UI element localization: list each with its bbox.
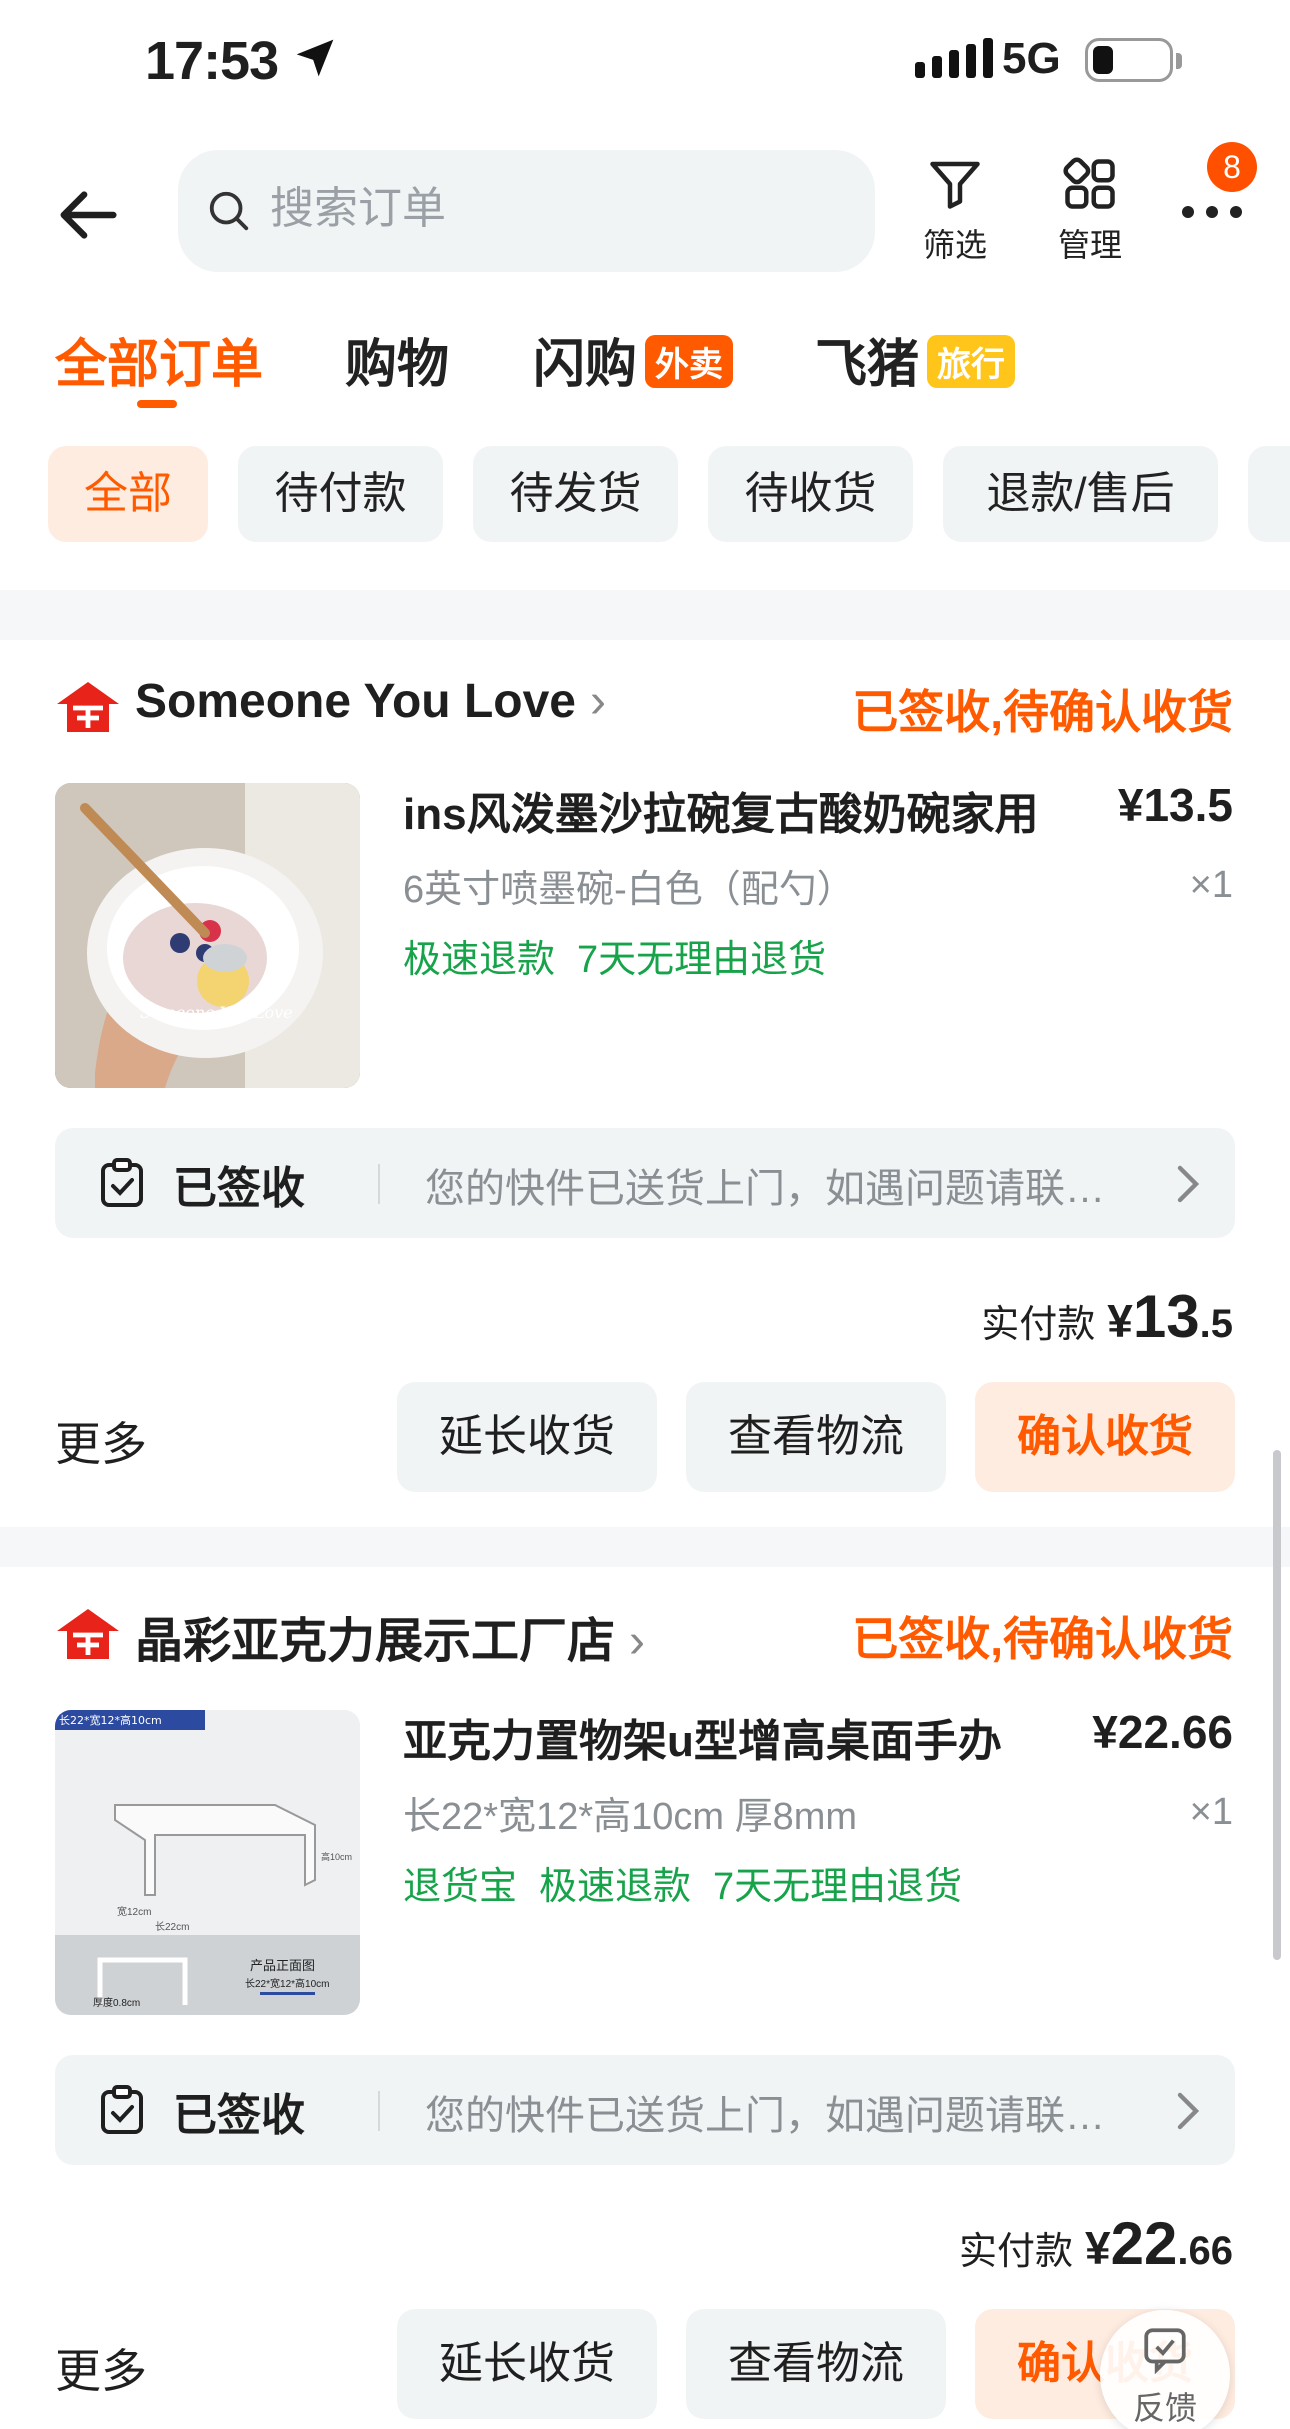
service-tag: 极速退款 bbox=[539, 1866, 692, 1908]
chevron-right-icon bbox=[1177, 1165, 1200, 1203]
grid-icon bbox=[1063, 157, 1115, 209]
service-tags: 退货宝 极速退款 7天无理由退货 bbox=[403, 1855, 984, 1910]
feedback-label: 反馈 bbox=[1132, 2390, 1197, 2426]
confirm-receipt-button[interactable]: 确认收货 bbox=[975, 1382, 1235, 1492]
clipboard-check-icon bbox=[101, 1158, 143, 1207]
status-bar: 17:53 5G bbox=[0, 0, 1290, 130]
shop-icon bbox=[57, 682, 119, 732]
filter-label: 筛选 bbox=[922, 227, 987, 263]
watermark-text: Someone You Love bbox=[140, 1003, 293, 1022]
divider bbox=[378, 1164, 380, 1204]
view-logistics-button[interactable]: 查看物流 bbox=[686, 2309, 946, 2419]
back-arrow-icon[interactable] bbox=[55, 180, 125, 250]
tab-shopping[interactable]: 购物 bbox=[345, 322, 449, 397]
logistics-message: 您的快件已送货上门，如遇问题请联… bbox=[425, 1167, 1105, 1211]
search-input[interactable] bbox=[270, 174, 830, 244]
thumb-front-dim-label: 长22*宽12*高10cm bbox=[245, 1977, 329, 1990]
item-spec: 长22*宽12*高10cm 厚8mm bbox=[403, 1796, 858, 1838]
manage-button[interactable]: 管理 bbox=[1035, 154, 1145, 274]
chip-overflow[interactable] bbox=[1248, 446, 1290, 542]
paid-amount: 实付款 ¥22.66 bbox=[959, 2210, 1233, 2277]
service-tags: 极速退款 7天无理由退货 bbox=[403, 928, 848, 983]
more-dots-icon[interactable] bbox=[1180, 190, 1244, 220]
thumb-width-label: 宽12cm bbox=[117, 1905, 151, 1918]
divider bbox=[378, 2091, 380, 2131]
acrylic-shelf-image: 长22*宽12*高10cm 长22cm 宽12cm 高10cm 产品正面图 长2… bbox=[55, 1710, 360, 2015]
shop-name[interactable]: Someone You Love › bbox=[135, 674, 606, 729]
filter-icon bbox=[930, 161, 980, 209]
manage-label: 管理 bbox=[1057, 227, 1122, 263]
order-card: Someone You Love › 已签收,待确认收货 Someone You … bbox=[0, 640, 1290, 1527]
feedback-button[interactable]: 反馈 bbox=[1100, 2310, 1230, 2429]
service-tag: 退货宝 bbox=[403, 1866, 518, 1908]
order-status: 已签收,待确认收货 bbox=[852, 686, 1233, 738]
item-title[interactable]: 亚克力置物架u型增高桌面手办 bbox=[403, 1705, 1002, 1769]
tab-flash[interactable]: 闪购 外卖 bbox=[533, 322, 734, 397]
extend-receipt-button[interactable]: 延长收货 bbox=[397, 2309, 657, 2419]
tab-all-orders[interactable]: 全部订单 bbox=[55, 322, 263, 397]
network-label: 5G bbox=[1002, 34, 1061, 83]
tab-fliggy[interactable]: 飞猪 旅行 bbox=[815, 322, 1016, 397]
status-chips: 全部 待付款 待发货 待收货 退款/售后 bbox=[48, 446, 1290, 542]
thumb-length-label: 长22cm bbox=[155, 1921, 189, 1933]
order-header: 筛选 管理 8 全部订单 购物 闪购外卖 飞猪旅行 全部 待付款 待发货 待收货… bbox=[0, 130, 1290, 590]
item-quantity: ×1 bbox=[1189, 1791, 1233, 1833]
chevron-right-icon: › bbox=[589, 675, 606, 728]
scrollbar[interactable] bbox=[1273, 1450, 1281, 1960]
thumb-height-label: 高10cm bbox=[321, 1851, 352, 1862]
logistics-status: 已签收 bbox=[173, 2091, 305, 2140]
product-thumbnail[interactable]: Someone You Love bbox=[55, 783, 360, 1088]
item-price: ¥22.66 bbox=[1092, 1706, 1233, 1758]
item-spec: 6英寸喷墨碗-白色（配勺） bbox=[403, 869, 855, 911]
service-tag: 7天无理由退货 bbox=[577, 939, 827, 981]
logistics-bar[interactable]: 已签收 您的快件已送货上门，如遇问题请联… bbox=[55, 2055, 1235, 2165]
item-title[interactable]: ins风泼墨沙拉碗复古酸奶碗家用 bbox=[403, 778, 1039, 842]
chip-pending-payment[interactable]: 待付款 bbox=[238, 446, 443, 542]
status-time: 17:53 bbox=[145, 31, 279, 91]
shop-icon bbox=[57, 1609, 119, 1659]
product-thumbnail[interactable]: 长22*宽12*高10cm 长22cm 宽12cm 高10cm 产品正面图 长2… bbox=[55, 1710, 360, 2015]
search-bar[interactable] bbox=[178, 150, 875, 272]
chip-pending-shipment[interactable]: 待发货 bbox=[473, 446, 678, 542]
logistics-status: 已签收 bbox=[173, 1164, 305, 1213]
message-badge: 8 bbox=[1207, 142, 1257, 192]
service-tag: 极速退款 bbox=[403, 939, 556, 981]
order-status: 已签收,待确认收货 bbox=[852, 1613, 1233, 1665]
battery-icon bbox=[1085, 38, 1182, 82]
chip-pending-receipt[interactable]: 待收货 bbox=[708, 446, 913, 542]
service-tag: 7天无理由退货 bbox=[713, 1866, 963, 1908]
clipboard-check-icon bbox=[101, 2085, 143, 2134]
chip-refund-aftersale[interactable]: 退款/售后 bbox=[943, 446, 1218, 542]
item-quantity: ×1 bbox=[1189, 864, 1233, 906]
thumb-thickness-label: 厚度0.8cm bbox=[93, 1996, 140, 2009]
chip-all[interactable]: 全部 bbox=[48, 446, 208, 542]
thumb-front-label: 产品正面图 bbox=[250, 1959, 315, 1974]
signal-icon bbox=[915, 38, 993, 78]
thumb-dimension-label: 长22*宽12*高10cm bbox=[59, 1713, 162, 1727]
shop-name[interactable]: 晶彩亚克力展示工厂店 › bbox=[135, 1601, 645, 1671]
more-button[interactable]: 更多 bbox=[55, 1408, 147, 1474]
search-icon bbox=[209, 191, 249, 231]
feedback-icon bbox=[1144, 2328, 1186, 2375]
filter-button[interactable]: 筛选 bbox=[900, 154, 1010, 274]
yogurt-bowl-image: Someone You Love bbox=[55, 783, 360, 1088]
logistics-message: 您的快件已送货上门，如遇问题请联… bbox=[425, 2094, 1105, 2138]
paid-amount: 实付款 ¥13.5 bbox=[981, 1283, 1233, 1350]
travel-tag: 旅行 bbox=[927, 335, 1016, 388]
chevron-right-icon bbox=[1177, 2092, 1200, 2130]
location-arrow-icon bbox=[296, 39, 334, 77]
extend-receipt-button[interactable]: 延长收货 bbox=[397, 1382, 657, 1492]
more-button[interactable]: 更多 bbox=[55, 2335, 147, 2401]
view-logistics-button[interactable]: 查看物流 bbox=[686, 1382, 946, 1492]
logistics-bar[interactable]: 已签收 您的快件已送货上门，如遇问题请联… bbox=[55, 1128, 1235, 1238]
takeout-tag: 外卖 bbox=[645, 335, 734, 388]
order-card: 晶彩亚克力展示工厂店 › 已签收,待确认收货 长22*宽12*高10cm 长22c… bbox=[0, 1567, 1290, 2429]
chevron-right-icon: › bbox=[629, 1615, 645, 1668]
item-price: ¥13.5 bbox=[1117, 779, 1233, 831]
tab-active-indicator bbox=[137, 400, 177, 408]
